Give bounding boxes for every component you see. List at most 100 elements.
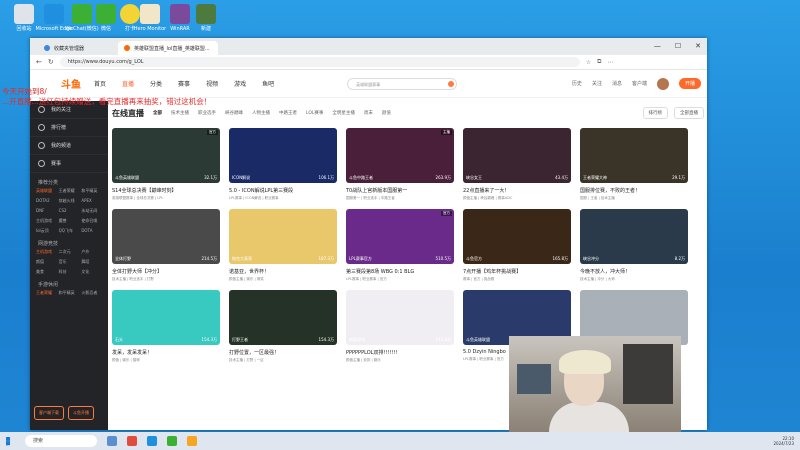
close-button[interactable]: ✕ bbox=[695, 42, 701, 50]
filter-tab[interactable]: 峡谷巅峰 bbox=[225, 110, 243, 116]
stream-card[interactable]: 王者荣耀大神 29.1万 国服排位赛，不败的王者！ 国服 | 王者 | 技术主播 bbox=[580, 128, 688, 201]
stream-title[interactable]: S14全球总决赛【巅峰时刻】 bbox=[112, 187, 220, 194]
stream-thumbnail[interactable]: 峡谷女王 43.4万 bbox=[463, 128, 571, 183]
taskbar-search-input[interactable]: 搜索 bbox=[25, 435, 97, 447]
category-link[interactable]: 文化 bbox=[81, 269, 102, 275]
nav-fishbar[interactable]: 鱼吧 bbox=[259, 79, 277, 88]
minimize-button[interactable]: — bbox=[654, 42, 661, 50]
folder-icon[interactable] bbox=[187, 436, 197, 446]
category-link[interactable]: 魔兽 bbox=[59, 218, 80, 224]
explorer-icon[interactable] bbox=[107, 436, 117, 446]
stream-thumbnail[interactable]: 颜值双排 141.8万 bbox=[346, 290, 454, 345]
filter-tab[interactable]: 全部 bbox=[153, 110, 162, 116]
filter-tab[interactable]: 周末 bbox=[364, 110, 373, 116]
menu-icon[interactable]: ⋯ bbox=[607, 59, 613, 66]
stream-thumbnail[interactable]: 打野王者 154.3万 bbox=[229, 290, 337, 345]
stream-thumbnail[interactable]: 帕克大表哥 187.3万 bbox=[229, 209, 337, 264]
client-download-button[interactable]: 客户端下载 bbox=[34, 406, 64, 420]
category-link[interactable]: 颜值 bbox=[36, 259, 57, 265]
nav-home[interactable]: 首页 bbox=[91, 79, 109, 88]
wechat-icon[interactable] bbox=[167, 436, 177, 446]
stream-title[interactable]: 7点开播【鸡年杯挑战赛】 bbox=[463, 268, 571, 275]
start-live-button[interactable]: 开播 bbox=[678, 78, 701, 89]
refresh-icon[interactable]: ↻ bbox=[48, 58, 54, 66]
category-link[interactable]: 王者荣耀 bbox=[36, 290, 57, 296]
stream-card[interactable]: 官方 LPL赛事官方 510.5万 第三赛段第8场 WBG 0:1 BLG LPL赛事 … bbox=[346, 209, 454, 282]
stream-card[interactable]: ICON解说 106.1万 5.0 - ICON解说LPL第三赛段 LPL赛事 | I… bbox=[229, 128, 337, 201]
category-link[interactable]: 音乐 bbox=[59, 259, 80, 265]
category-link[interactable]: 和平精英 bbox=[59, 290, 80, 296]
category-link[interactable]: 英雄联盟 bbox=[36, 188, 57, 194]
url-input[interactable]: https://www.douyu.com/g_LOL bbox=[59, 57, 580, 67]
filter-tab[interactable]: 职业选手 bbox=[198, 110, 216, 116]
stream-title[interactable]: 全体打野大师【冲分】 bbox=[112, 268, 220, 275]
category-link[interactable]: 主机游戏 bbox=[36, 249, 57, 255]
category-link[interactable]: 穿越火线 bbox=[59, 198, 80, 204]
maximize-button[interactable]: ☐ bbox=[675, 42, 681, 50]
nav-category[interactable]: 分类 bbox=[147, 79, 165, 88]
stream-title[interactable]: T0战队上官新版本国服第一 bbox=[346, 187, 454, 194]
category-link[interactable]: 户外 bbox=[81, 249, 102, 255]
start-live-side-button[interactable]: 斗鱼开播 bbox=[68, 406, 94, 420]
category-link[interactable]: 永劫无间 bbox=[81, 208, 102, 214]
stream-card[interactable]: 官方 斗鱼英雄联盟 32.1万 S14全球总决赛【巅峰时刻】 英雄联盟赛事 | 全球总决… bbox=[112, 128, 220, 201]
desktop-icon-new[interactable]: 新建 bbox=[186, 4, 226, 32]
stream-thumbnail[interactable]: 斗鱼官方 165.8万 bbox=[463, 209, 571, 264]
nav-games[interactable]: 游戏 bbox=[231, 79, 249, 88]
stream-card[interactable]: 斗鱼官方 165.8万 7点开播【鸡年杯挑战赛】 赛事 | 官方 | 挑战赛 bbox=[463, 209, 571, 282]
client-icon[interactable]: 客户端 bbox=[632, 80, 647, 87]
category-link[interactable]: 王者荣耀 bbox=[59, 188, 80, 194]
category-link[interactable]: APEX bbox=[81, 198, 102, 204]
edge-icon[interactable] bbox=[147, 436, 157, 446]
stream-card[interactable]: 峡谷女王 43.4万 22点直播来了一大！ 颜值主播 | 峡谷巅峰 | 赛事ADC bbox=[463, 128, 571, 201]
stream-thumbnail[interactable]: 官方 斗鱼英雄联盟 32.1万 bbox=[112, 128, 220, 183]
stream-card[interactable]: 峡谷冲分 8.2万 今晚不放人，冲大师！ 技术主播 | 冲分 | 大师 bbox=[580, 209, 688, 282]
stream-title[interactable]: 22点直播来了一大！ bbox=[463, 187, 571, 194]
filter-tab[interactable]: LOL赛事 bbox=[306, 110, 323, 116]
category-link[interactable]: DNF bbox=[36, 208, 57, 214]
sidebar-item-channel[interactable]: 我的频道 bbox=[30, 137, 108, 155]
stream-thumbnail[interactable]: ICON解说 106.1万 bbox=[229, 128, 337, 183]
stream-card[interactable]: 石头 154.3万 发呆，发呆发呆！ 颜值 | 娱乐 | 猫咪 bbox=[112, 290, 220, 363]
search-input[interactable]: 英雄联盟赛事 bbox=[347, 77, 458, 90]
category-link[interactable]: 科技 bbox=[59, 269, 80, 275]
stream-thumbnail[interactable]: 峡谷冲分 8.2万 bbox=[580, 209, 688, 264]
stream-title[interactable]: 第三赛段第8场 WBG 0:1 BLG bbox=[346, 268, 454, 275]
category-link[interactable]: 和平精英 bbox=[81, 188, 102, 194]
category-link[interactable]: CS2 bbox=[59, 208, 80, 214]
nav-video[interactable]: 视频 bbox=[203, 79, 221, 88]
stream-title[interactable]: 5.0 - ICON解说LPL第三赛段 bbox=[229, 187, 337, 194]
stream-title[interactable]: 今晚不放人，冲大师！ bbox=[580, 268, 688, 275]
extensions-icon[interactable]: ⧉ bbox=[597, 58, 601, 66]
favorites-star-icon[interactable]: ☆ bbox=[586, 59, 591, 66]
category-link[interactable]: lol云顶 bbox=[36, 228, 57, 234]
category-link[interactable]: DOTA bbox=[81, 228, 102, 234]
sidebar-item-events[interactable]: 赛事 bbox=[30, 155, 108, 173]
all-live-button[interactable]: 全部直播 bbox=[674, 107, 704, 119]
category-link[interactable]: DOTA2 bbox=[36, 198, 57, 204]
stream-thumbnail[interactable]: 主播 斗鱼中路王者 263.9万 bbox=[346, 128, 454, 183]
stream-thumbnail[interactable]: 官方 LPL赛事官方 510.5万 bbox=[346, 209, 454, 264]
category-link[interactable]: 使命召唤 bbox=[81, 218, 102, 224]
back-icon[interactable]: ← bbox=[36, 58, 42, 66]
windows-start-icon[interactable] bbox=[6, 436, 11, 446]
category-link[interactable]: QQ飞车 bbox=[59, 228, 80, 234]
stream-card[interactable]: 打野王者 154.3万 打野位置，一区最强！ 技术主播 | 打野 | 一区 bbox=[229, 290, 337, 363]
category-link[interactable]: 火影忍者 bbox=[81, 290, 102, 296]
sidebar-item-rank[interactable]: 排行榜 bbox=[30, 119, 108, 137]
stream-title[interactable]: PPPPPPLOL双排!!!!!!! bbox=[346, 349, 454, 356]
nav-events[interactable]: 赛事 bbox=[175, 79, 193, 88]
stream-thumbnail[interactable]: 王者荣耀大神 29.1万 bbox=[580, 128, 688, 183]
tab-douyu[interactable]: 英雄联盟直播_lol直播_英雄联盟... bbox=[118, 41, 218, 55]
nav-live[interactable]: 直播 bbox=[119, 79, 137, 88]
filter-tab[interactable]: 人物主播 bbox=[252, 110, 270, 116]
stream-title[interactable]: 国服排位赛，不败的王者！ bbox=[580, 187, 688, 194]
stream-card[interactable]: 全体打野 214.5万 全体打野大师【冲分】 技术主播 | 职业选手 | 打野 bbox=[112, 209, 220, 282]
category-link[interactable]: 美食 bbox=[36, 269, 57, 275]
follow-icon[interactable]: 关注 bbox=[592, 80, 602, 87]
filter-tab[interactable]: 全明星主播 bbox=[332, 110, 355, 116]
stream-card[interactable]: 主播 斗鱼中路王者 263.9万 T0战队上官新版本国服第一 国服第一 | 职业选手 |… bbox=[346, 128, 454, 201]
tab-favorites[interactable]: 收藏夹管理器 bbox=[38, 41, 118, 55]
stream-thumbnail[interactable]: 石头 154.3万 bbox=[112, 290, 220, 345]
history-icon[interactable]: 历史 bbox=[572, 80, 582, 87]
